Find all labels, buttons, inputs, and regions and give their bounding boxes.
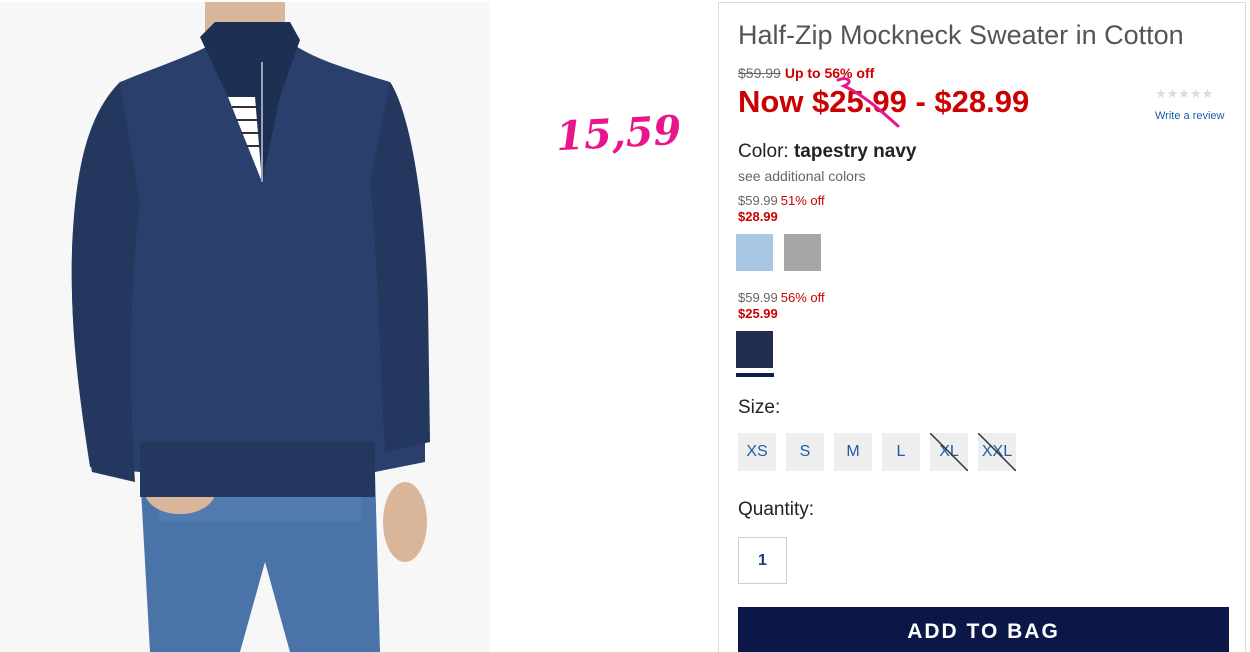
quantity-label: Quantity: (738, 499, 815, 520)
product-image[interactable] (0, 2, 490, 652)
quantity-input[interactable]: 1 (738, 537, 787, 584)
size-option-s[interactable]: S (786, 433, 824, 471)
size-option-l[interactable]: L (882, 433, 920, 471)
write-review-link[interactable]: Write a review (1155, 110, 1224, 122)
product-page: 15,59 Half-Zip Mockneck Sweater in Cotto… (0, 0, 1250, 652)
group-sale-price: $28.99 (738, 209, 778, 224)
size-option-xxl-unavailable[interactable]: XXL (978, 433, 1016, 471)
see-additional-colors-link[interactable]: see additional colors (738, 168, 866, 184)
color-swatch-light-blue[interactable] (736, 234, 773, 271)
selected-swatch-indicator (736, 373, 774, 377)
group-original-price: $59.99 (738, 193, 778, 208)
original-price: $59.99 (738, 65, 781, 81)
color-label: Color: (738, 141, 789, 162)
group-sale-price: $25.99 (738, 306, 778, 321)
color-selection: Color: tapestry navy (738, 141, 916, 163)
group-discount: 51% off (780, 193, 825, 208)
size-label: Size: (738, 397, 781, 418)
rating-stars: ★★★★★ (1155, 86, 1214, 101)
add-to-bag-button[interactable]: ADD TO BAG (738, 607, 1229, 652)
product-title: Half-Zip Mockneck Sweater in Cotton (738, 20, 1184, 50)
group-original-price: $59.99 (738, 290, 778, 305)
color-group-price: $59.99 56% off $25.99 (738, 290, 825, 321)
size-option-m[interactable]: M (834, 433, 872, 471)
group-discount: 56% off (780, 290, 825, 305)
size-option-xs[interactable]: XS (738, 433, 776, 471)
color-group-price: $59.99 51% off $28.99 (738, 193, 825, 224)
size-option-xl-unavailable[interactable]: XL (930, 433, 968, 471)
selected-color-name: tapestry navy (793, 141, 917, 162)
color-swatch-grey[interactable] (784, 234, 821, 271)
handwritten-price-annotation: 15,59 (554, 106, 683, 161)
pink-strikethrough-mark (836, 77, 900, 128)
model-photo-illustration (0, 2, 490, 652)
color-swatch-tapestry-navy[interactable] (736, 331, 773, 368)
